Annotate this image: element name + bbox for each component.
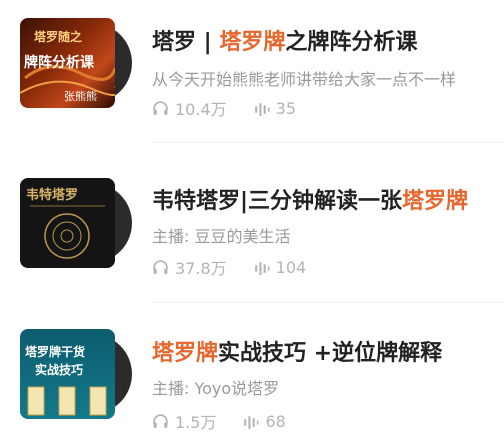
- episode-count: 68: [265, 411, 286, 431]
- album-cover-1[interactable]: 塔罗随之 牌阵分析课 张熊熊: [20, 18, 132, 108]
- episode-count: 35: [275, 98, 296, 118]
- play-count: 10.4万: [175, 100, 227, 119]
- album-title-2[interactable]: 韦特塔罗|三分钟解读一张塔罗牌: [152, 183, 468, 215]
- album-subtitle-2: 主播: 豆豆的美生活: [152, 227, 291, 246]
- cover-text-1a: 塔罗随之: [34, 30, 83, 44]
- album-title-3[interactable]: 塔罗牌实战技巧 +逆位牌解释: [152, 335, 442, 367]
- album-item-2[interactable]: 韦特塔罗 韦特塔罗|三分钟解读一张塔罗牌 主播: 豆豆的美生活 37.8万 10…: [0, 145, 504, 303]
- cover-art-2: 韦特塔罗: [20, 178, 115, 268]
- title-suffix: 之牌阵分析课: [285, 30, 418, 55]
- title-highlight: 塔罗牌: [219, 30, 286, 55]
- album-stats-3: 1.5万 68: [152, 409, 286, 433]
- cover-text-1b: 牌阵分析课: [24, 55, 94, 71]
- album-subtitle-3: 主播: Yoyo说塔罗: [152, 379, 280, 398]
- cover-art-3: 塔罗牌干货 实战技巧: [20, 329, 115, 419]
- play-count: 37.8万: [175, 259, 227, 278]
- audio-bars-icon: [254, 261, 270, 275]
- album-cover-2[interactable]: 韦特塔罗: [20, 178, 132, 268]
- album-subtitle-1: 从今天开始熊熊老师讲带给大家一点不一样: [152, 70, 457, 89]
- audio-bars-icon: [254, 102, 270, 116]
- play-count: 1.5万: [175, 413, 217, 432]
- divider: [152, 302, 504, 303]
- album-title-1[interactable]: 塔罗 | 塔罗牌之牌阵分析课: [152, 24, 417, 56]
- mandala-icon: [30, 205, 105, 259]
- headphones-icon: [153, 259, 168, 274]
- title-prefix: 韦特塔罗|三分钟解读一张: [152, 189, 403, 214]
- album-cover-3[interactable]: 塔罗牌干货 实战技巧: [20, 329, 132, 419]
- headphones-icon: [153, 100, 168, 115]
- title-highlight: 塔罗牌: [402, 189, 469, 214]
- title-suffix: 实战技巧 +逆位牌解释: [218, 341, 443, 366]
- cover-text-1c: 张熊熊: [64, 90, 97, 103]
- title-prefix: 塔罗 |: [152, 30, 220, 55]
- album-item-3[interactable]: 塔罗牌干货 实战技巧 塔罗牌实战技巧 +逆位牌解释 主播: Yoyo说塔罗 1.…: [0, 305, 504, 445]
- title-highlight: 塔罗牌: [152, 341, 219, 366]
- album-item-1[interactable]: 塔罗随之 牌阵分析课 张熊熊 塔罗 | 塔罗牌之牌阵分析课 从今天开始熊熊老师讲…: [0, 0, 504, 143]
- album-stats-1: 10.4万 35: [152, 96, 296, 120]
- tarot-cards-icon: [27, 386, 107, 416]
- cover-art-1: 塔罗随之 牌阵分析课 张熊熊: [20, 18, 115, 108]
- episode-count: 104: [275, 257, 307, 277]
- album-stats-2: 37.8万 104: [152, 255, 306, 279]
- divider: [152, 142, 504, 143]
